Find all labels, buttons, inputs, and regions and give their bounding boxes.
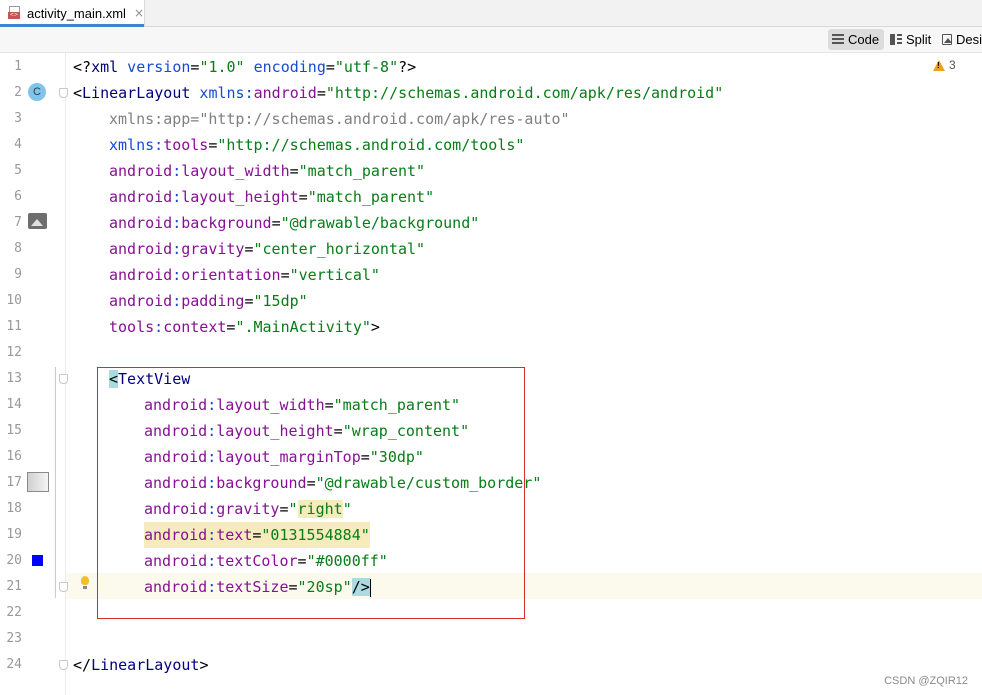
tab-activity-main[interactable]: <> activity_main.xml × xyxy=(0,0,145,27)
line-number: 15 xyxy=(6,423,22,438)
code-line-6[interactable]: android:layout_height="match_parent" xyxy=(109,184,434,210)
code-lines-icon xyxy=(832,34,844,45)
code-line-11[interactable]: tools:context=".MainActivity"> xyxy=(109,314,380,340)
code-line-1[interactable]: <?xml version="1.0" encoding="utf-8"?> xyxy=(73,54,416,80)
split-view-button[interactable]: Split xyxy=(886,29,936,50)
code-line-10[interactable]: android:padding="15dp" xyxy=(109,288,308,314)
class-badge-icon[interactable]: C xyxy=(28,83,46,101)
tab-label: activity_main.xml xyxy=(26,5,126,21)
fold-toggle-icon[interactable] xyxy=(59,374,68,384)
code-line-24[interactable]: </LinearLayout> xyxy=(73,652,208,678)
line-number: 8 xyxy=(14,241,22,256)
xml-file-icon: <> xyxy=(8,6,21,20)
line-number: 10 xyxy=(6,293,22,308)
line-number: 14 xyxy=(6,397,22,412)
code-line-9[interactable]: android:orientation="vertical" xyxy=(109,262,380,288)
line-number: 17 xyxy=(6,475,22,490)
image-preview-icon[interactable] xyxy=(28,213,47,229)
line-number: 2 xyxy=(14,85,22,100)
line-number: 23 xyxy=(6,631,22,646)
line-number: 1 xyxy=(14,59,22,74)
line-number: 20 xyxy=(6,553,22,568)
view-mode-toolbar: Code Split Desi xyxy=(0,27,982,53)
close-icon[interactable]: × xyxy=(134,6,144,20)
code-line-7[interactable]: android:background="@drawable/background… xyxy=(109,210,479,236)
warning-count: 3 xyxy=(949,58,956,72)
line-number: 6 xyxy=(14,189,22,204)
line-number: 7 xyxy=(14,215,22,230)
fold-toggle-icon[interactable] xyxy=(59,660,68,670)
line-number: 11 xyxy=(6,319,22,334)
design-view-button[interactable]: Desi xyxy=(938,29,982,50)
fold-toggle-icon[interactable] xyxy=(59,88,68,98)
line-number: 21 xyxy=(6,579,22,594)
line-number: 13 xyxy=(6,371,22,386)
code-line-2[interactable]: <LinearLayout xmlns:android="http://sche… xyxy=(73,80,723,106)
editor-tab-bar: <> activity_main.xml × xyxy=(0,0,982,27)
line-number: 12 xyxy=(6,345,22,360)
line-number: 3 xyxy=(14,111,22,126)
watermark: CSDN @ZQIR12 xyxy=(884,675,968,687)
drawable-preview-icon[interactable] xyxy=(27,472,49,492)
color-swatch-icon[interactable] xyxy=(32,555,43,566)
line-number: 16 xyxy=(6,449,22,464)
split-view-icon xyxy=(890,34,902,45)
code-view-label: Code xyxy=(848,32,880,47)
code-view-button[interactable]: Code xyxy=(828,29,884,50)
line-number: 19 xyxy=(6,527,22,542)
fold-toggle-icon[interactable] xyxy=(59,582,68,592)
inspection-widget[interactable]: 3 xyxy=(933,58,956,72)
design-image-icon xyxy=(942,34,952,45)
code-line-8[interactable]: android:gravity="center_horizontal" xyxy=(109,236,425,262)
lightbulb-icon[interactable] xyxy=(81,576,89,589)
warning-triangle-icon xyxy=(933,59,945,71)
line-number: 5 xyxy=(14,163,22,178)
code-line-5[interactable]: android:layout_width="match_parent" xyxy=(109,158,425,184)
code-line-3[interactable]: xmlns:app="http://schemas.android.com/ap… xyxy=(109,106,570,132)
line-number: 9 xyxy=(14,267,22,282)
line-number: 18 xyxy=(6,501,22,516)
line-number: 4 xyxy=(14,137,22,152)
design-view-label: Desi xyxy=(955,32,982,47)
scope-indicator xyxy=(55,367,56,598)
line-number: 22 xyxy=(6,605,22,620)
split-view-label: Split xyxy=(906,32,932,47)
annotation-box xyxy=(97,367,525,619)
line-number: 24 xyxy=(6,657,22,672)
code-line-4[interactable]: xmlns:tools="http://schemas.android.com/… xyxy=(109,132,524,158)
